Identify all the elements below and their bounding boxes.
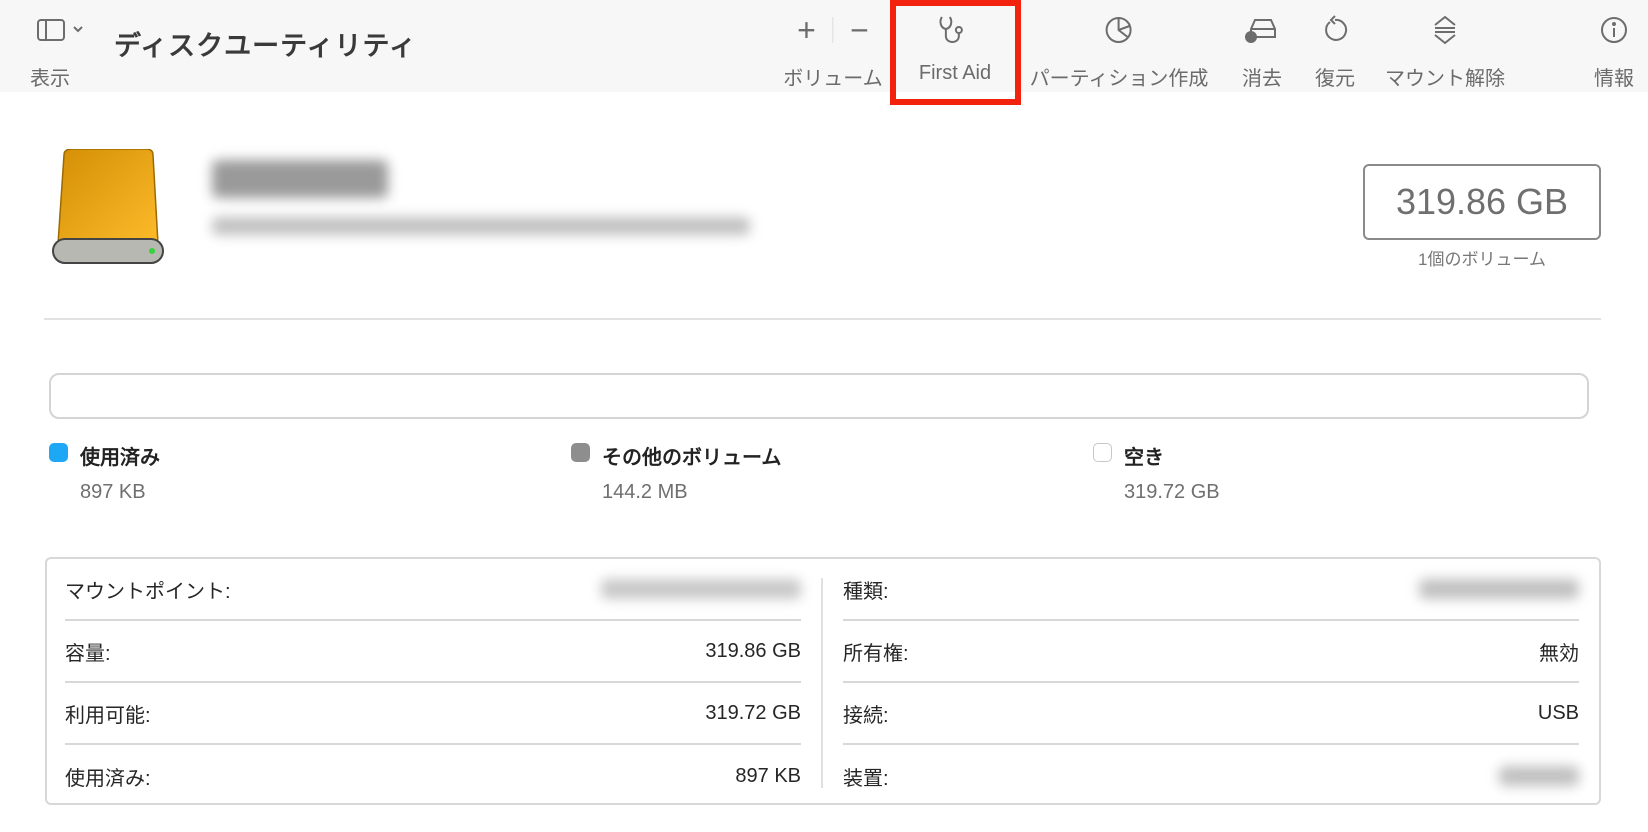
detail-row: 使用済み: 897 KB [65,745,801,807]
other-volumes-swatch [571,443,590,462]
usage-bar [49,373,1589,419]
info-label: 情報 [1594,68,1634,90]
detail-value: USB [1537,701,1579,724]
divider [44,318,1601,320]
detail-label: 使用済み: [65,767,151,790]
remove-volume-icon[interactable]: − [840,12,880,49]
detail-label: 利用可能: [65,704,151,727]
view-button[interactable]: 表示 [26,10,86,91]
legend-used-label: 使用済み [80,447,160,469]
detail-label: 容量: [65,642,111,665]
column-divider [821,578,823,788]
device-redacted [1499,766,1579,786]
detail-row: 所有権: 無効 [843,621,1579,683]
volume-label: ボリューム [783,68,883,90]
detail-label: 種類: [843,580,889,603]
detail-label: マウントポイント: [65,580,231,603]
legend-free-value: 319.72 GB [1124,481,1220,503]
unmount-button[interactable]: マウント解除 [1385,10,1505,91]
detail-label: 所有権: [843,642,909,665]
erase-drive-icon [1243,10,1281,50]
restore-icon [1320,10,1350,50]
unmount-label: マウント解除 [1385,68,1505,90]
restore-button[interactable]: 復元 [1315,10,1355,91]
detail-value: 319.72 GB [705,701,801,724]
detail-row: 利用可能: 319.72 GB [65,683,801,745]
detail-value: 無効 [1539,642,1579,665]
info-button[interactable]: 情報 [1594,10,1634,91]
legend-used-value: 897 KB [80,481,146,503]
detail-row: 種類: [843,559,1579,621]
detail-row: 装置: [843,745,1579,807]
detail-row: マウントポイント: [65,559,801,621]
legend-other-value: 144.2 MB [602,481,688,503]
detail-label: 接続: [843,704,889,727]
disk-capacity: 319.86 GB [1363,164,1601,240]
used-swatch [49,443,68,462]
pie-chart-icon [1104,10,1134,50]
detail-value: 897 KB [735,764,801,787]
disk-name-redacted [212,160,388,198]
detail-value: 319.86 GB [705,639,801,662]
app-title: ディスクユーティリティ [114,31,417,61]
partition-label: パーティション作成 [1029,68,1209,90]
legend-free-label: 空き [1124,447,1164,469]
info-icon [1599,10,1629,50]
view-label: 表示 [30,68,70,90]
detail-label: 装置: [843,767,889,790]
detail-row: 接続: USB [843,683,1579,745]
volume-button[interactable]: + − ボリューム [783,10,882,91]
detail-row: 容量: 319.86 GB [65,621,801,683]
erase-label: 消去 [1242,68,1282,90]
mount-point-redacted [601,579,801,599]
restore-label: 復元 [1315,68,1355,90]
legend-other-label: その他のボリューム [602,447,782,469]
free-swatch [1093,443,1112,462]
type-redacted [1419,579,1579,599]
external-drive-icon [50,148,166,270]
divider [832,17,834,43]
partition-button[interactable]: パーティション作成 [1029,10,1209,91]
volume-count: 1個のボリューム [1418,250,1546,269]
add-volume-icon[interactable]: + [787,12,827,49]
unmount-icon [1430,10,1460,50]
erase-button[interactable]: 消去 [1242,10,1282,91]
first-aid-highlight-box [890,0,1021,105]
sidebar-toggle-icon [26,10,86,50]
disk-description-redacted [212,217,750,235]
